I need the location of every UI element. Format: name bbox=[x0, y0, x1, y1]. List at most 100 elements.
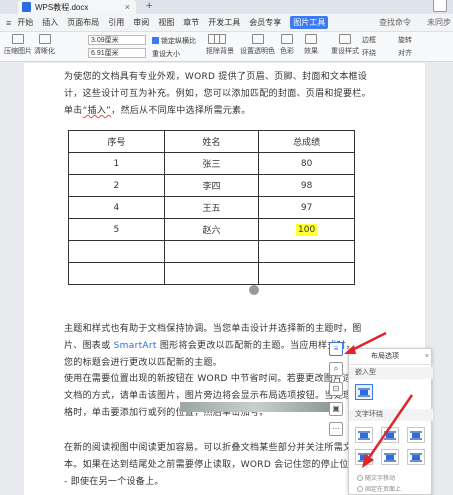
effects-button[interactable]: 效果 bbox=[304, 34, 318, 56]
more-icon[interactable]: ⋯ bbox=[329, 422, 343, 436]
tight-wrap-option[interactable] bbox=[381, 427, 399, 443]
close-tab-icon[interactable]: × bbox=[125, 2, 130, 12]
menu-item-developer[interactable]: 开发工具 bbox=[208, 17, 240, 28]
section-wrap-label: 文字环绕 bbox=[349, 409, 433, 421]
rotate-button[interactable]: 旋转 bbox=[398, 35, 412, 45]
menu-item-member[interactable]: 会员专享 bbox=[249, 17, 281, 28]
table-header-cell[interactable]: 序号 bbox=[68, 130, 165, 153]
table-cell[interactable]: 张三 bbox=[163, 152, 260, 175]
fix-on-page-radio[interactable]: 固定在页面上 bbox=[357, 484, 401, 493]
remove-bg-icon bbox=[214, 34, 226, 44]
table-header-cell[interactable]: 姓名 bbox=[163, 130, 260, 153]
compress-picture-button[interactable]: 压缩图片 bbox=[4, 34, 32, 56]
picture-quick-toolbar: ≡ ⌕ ⊡ ▣ ⋯ bbox=[326, 340, 346, 442]
table-cell[interactable] bbox=[68, 262, 165, 285]
sharpen-icon bbox=[38, 34, 51, 44]
table-cell[interactable]: 4 bbox=[68, 196, 165, 219]
menu-icon[interactable]: ≡ bbox=[6, 18, 11, 28]
search-command[interactable]: 查找命令 bbox=[379, 17, 411, 28]
paragraph-4: 在新的阅读视图中阅读更加容易。可以折叠文档某些部分并关注所需文本。如果在达到结尾… bbox=[64, 443, 358, 487]
menu-bar: ≡ 开始 插入 页面布局 引用 审阅 视图 章节 开发工具 会员专享 图片工具 … bbox=[0, 14, 453, 32]
through-wrap-option[interactable] bbox=[407, 427, 425, 443]
menu-item-home[interactable]: 开始 bbox=[17, 17, 33, 28]
paragraph-1: 为使您的文档具有专业外观，WORD 提供了页眉、页脚、封面和文本框设计，这些设计… bbox=[64, 72, 371, 116]
table-cell[interactable]: 1 bbox=[68, 152, 165, 175]
rotate-handle[interactable] bbox=[249, 285, 259, 295]
border-button[interactable]: 边框 bbox=[362, 35, 376, 45]
close-icon[interactable]: × bbox=[425, 349, 429, 365]
window-control-button[interactable] bbox=[433, 0, 447, 12]
picture-block-icon bbox=[412, 455, 420, 460]
table-cell[interactable] bbox=[163, 262, 260, 285]
menu-item-insert[interactable]: 插入 bbox=[42, 17, 58, 28]
table-cell[interactable]: 80 bbox=[258, 152, 355, 175]
document-icon bbox=[22, 2, 31, 12]
table-cell[interactable] bbox=[163, 240, 260, 263]
color-button[interactable]: 色彩 bbox=[280, 34, 294, 56]
menu-item-layout[interactable]: 页面布局 bbox=[67, 17, 99, 28]
table-cell[interactable] bbox=[258, 240, 355, 263]
table-cell[interactable] bbox=[68, 240, 165, 263]
smartart-text: SmartArt bbox=[113, 341, 157, 351]
paragraph-2: 主题和样式也有助于文档保持协调。当您单击设计并选择新的主题时，图片、图表或 Sm… bbox=[64, 324, 362, 368]
selected-picture[interactable] bbox=[180, 402, 330, 412]
set-transparent-button[interactable]: 设置透明色 bbox=[240, 34, 275, 56]
table-cell[interactable]: 100 bbox=[258, 218, 355, 241]
section-inline-label: 嵌入型 bbox=[349, 367, 433, 379]
picture-block-icon bbox=[412, 433, 420, 438]
picture-block-icon bbox=[360, 455, 368, 460]
behind-text-option[interactable] bbox=[381, 449, 399, 465]
sync-status[interactable]: 未同步 bbox=[427, 17, 451, 28]
table-row: 2 李四 98 bbox=[68, 174, 355, 197]
menu-item-picture-tools[interactable]: 图片工具 bbox=[290, 16, 329, 29]
compress-icon bbox=[12, 34, 24, 44]
remove-background-button[interactable]: 抠除背景 bbox=[206, 34, 234, 56]
color-icon bbox=[281, 34, 293, 44]
in-front-of-text-option[interactable] bbox=[407, 449, 425, 465]
inline-option[interactable] bbox=[355, 384, 373, 400]
wps-writer-window: WPS教程.docx × + ≡ 开始 插入 页面布局 引用 审阅 视图 章节 … bbox=[0, 0, 453, 495]
menu-item-references[interactable]: 引用 bbox=[108, 17, 124, 28]
new-tab-button[interactable]: + bbox=[146, 0, 152, 12]
table-row-empty bbox=[68, 262, 355, 285]
wrap-button[interactable]: 环绕 bbox=[362, 48, 376, 58]
checkbox-checked-icon bbox=[152, 37, 159, 44]
table-row: 4 王五 97 bbox=[68, 196, 355, 219]
menu-item-review[interactable]: 审阅 bbox=[133, 17, 149, 28]
layout-options-button[interactable]: ≡ bbox=[329, 342, 343, 356]
table-cell[interactable]: 王五 bbox=[163, 196, 260, 219]
table-cell[interactable]: 2 bbox=[68, 174, 165, 197]
menu-item-section[interactable]: 章节 bbox=[183, 17, 199, 28]
reset-size-button[interactable]: 重设大小 bbox=[152, 49, 180, 59]
reset-style-button[interactable]: 重设样式 bbox=[331, 34, 359, 56]
table-row: 1 张三 80 bbox=[68, 152, 355, 175]
align-button[interactable]: 对齐 bbox=[398, 48, 412, 58]
spellcheck-underlined-text: “插入” bbox=[82, 106, 112, 116]
height-field[interactable]: 3.09厘米 bbox=[88, 35, 146, 45]
image-icon[interactable]: ▣ bbox=[329, 402, 343, 416]
picture-block-icon bbox=[360, 390, 368, 395]
crop-icon[interactable]: ⊡ bbox=[329, 382, 343, 396]
table-cell[interactable]: 5 bbox=[68, 218, 165, 241]
table-cell[interactable]: 赵六 bbox=[163, 218, 260, 241]
table-cell[interactable] bbox=[258, 262, 355, 285]
transparent-icon bbox=[251, 34, 264, 44]
paragraph-3: 使用在需要位置出现的新按钮在 WORD 中节省时间。若要更改图片适应文档的方式，… bbox=[64, 374, 362, 418]
move-with-text-radio[interactable]: 随文字移动 bbox=[357, 473, 395, 482]
menu-item-view[interactable]: 视图 bbox=[158, 17, 174, 28]
width-field[interactable]: 6.91厘米 bbox=[88, 48, 146, 58]
square-wrap-option[interactable] bbox=[355, 427, 373, 443]
title-bar: WPS教程.docx × + bbox=[0, 0, 453, 14]
table-cell[interactable]: 97 bbox=[258, 196, 355, 219]
table-header-cell[interactable]: 总成绩 bbox=[258, 130, 355, 153]
sharpen-button[interactable]: 清晰化 bbox=[34, 34, 55, 56]
table-cell[interactable]: 李四 bbox=[163, 174, 260, 197]
reset-style-icon bbox=[339, 34, 351, 44]
zoom-icon[interactable]: ⌕ bbox=[329, 362, 343, 376]
table-header-row: 序号 姓名 总成绩 bbox=[68, 130, 355, 153]
document-tab[interactable]: WPS教程.docx × bbox=[18, 0, 136, 14]
table-cell[interactable]: 98 bbox=[258, 174, 355, 197]
table-row-empty bbox=[68, 240, 355, 263]
top-bottom-wrap-option[interactable] bbox=[355, 449, 373, 465]
grades-table[interactable]: 序号 姓名 总成绩 1 张三 80 2 李四 98 4 王五 97 5 赵六 1… bbox=[68, 130, 355, 285]
